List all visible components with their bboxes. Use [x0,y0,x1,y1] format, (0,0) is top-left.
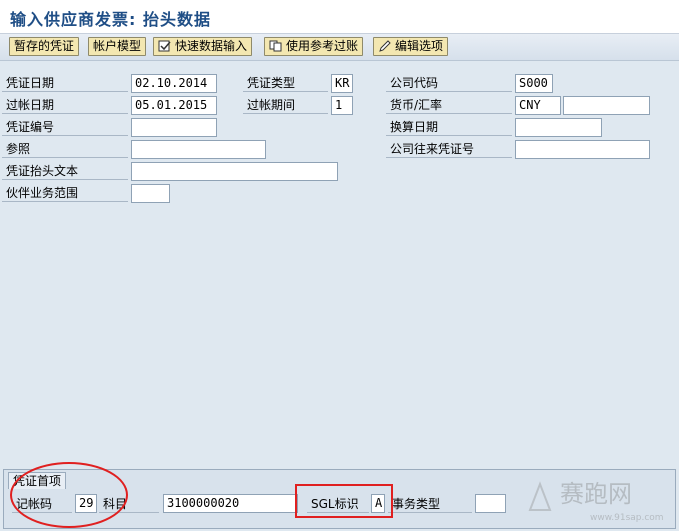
fast-entry-icon [158,40,171,52]
button-label: 使用参考过账 [286,39,359,53]
partner-area-label: 伙伴业务范围 [2,184,128,202]
exchange-rate-input[interactable] [563,96,650,115]
transaction-type-input[interactable] [475,494,506,513]
period-label: 过帐期间 [243,96,328,114]
title-bar: 输入供应商发票: 抬头数据 [0,0,679,34]
doc-type-input[interactable]: KR [331,74,353,93]
post-with-reference-button[interactable]: 使用参考过账 [264,37,364,56]
application-toolbar: 暂存的凭证 帐户模型 快速数据输入 使用参考过账 编辑选项 [0,34,679,61]
doc-date-label: 凭证日期 [2,74,128,92]
button-label: 编辑选项 [395,39,444,53]
intercompany-input[interactable] [515,140,650,159]
editing-options-button[interactable]: 编辑选项 [373,37,449,56]
button-label: 帐户模型 [93,39,142,53]
window-title: 输入供应商发票: 抬头数据 [10,10,211,29]
button-label: 暂存的凭证 [14,39,75,53]
watermark-logo: 赛跑网 www.91sap.com [528,480,664,523]
period-input[interactable]: 1 [331,96,353,115]
translation-date-input[interactable] [515,118,602,137]
posting-date-input[interactable]: 05.01.2015 [131,96,217,115]
posting-date-label: 过帐日期 [2,96,128,114]
button-label: 快速数据输入 [175,39,248,53]
intercompany-label: 公司往来凭证号 [386,140,512,158]
header-data-area: 凭证日期 02.10.2014 过帐日期 05.01.2015 凭证编号 参照 … [0,61,679,466]
watermark-text: 赛跑网 [560,480,632,508]
account-model-button[interactable]: 帐户模型 [88,37,147,56]
header-text-label: 凭证抬头文本 [2,162,128,180]
annotation-oval [10,462,128,528]
company-code-input[interactable]: S000 [515,74,553,93]
annotation-rectangle [295,484,393,518]
currency-input[interactable]: CNY [515,96,561,115]
transaction-type-label: 事务类型 [388,495,472,513]
company-code-label: 公司代码 [386,74,512,92]
partner-area-input[interactable] [131,184,170,203]
reference-label: 参照 [2,140,128,158]
doc-date-input[interactable]: 02.10.2014 [131,74,217,93]
fast-data-entry-button[interactable]: 快速数据输入 [153,37,253,56]
doc-number-input[interactable] [131,118,217,137]
translation-date-label: 换算日期 [386,118,512,136]
watermark-url: www.91sap.com [590,513,664,523]
parked-document-button[interactable]: 暂存的凭证 [9,37,80,56]
watermark: 赛跑网 www.91sap.com [520,470,679,525]
pencil-icon [379,40,391,52]
doc-number-label: 凭证编号 [2,118,128,136]
copy-document-icon [269,40,282,52]
account-input[interactable]: 3100000020 [163,494,298,513]
currency-label: 货币/汇率 [386,96,512,114]
reference-input[interactable] [131,140,266,159]
doc-type-label: 凭证类型 [243,74,328,92]
header-text-input[interactable] [131,162,338,181]
